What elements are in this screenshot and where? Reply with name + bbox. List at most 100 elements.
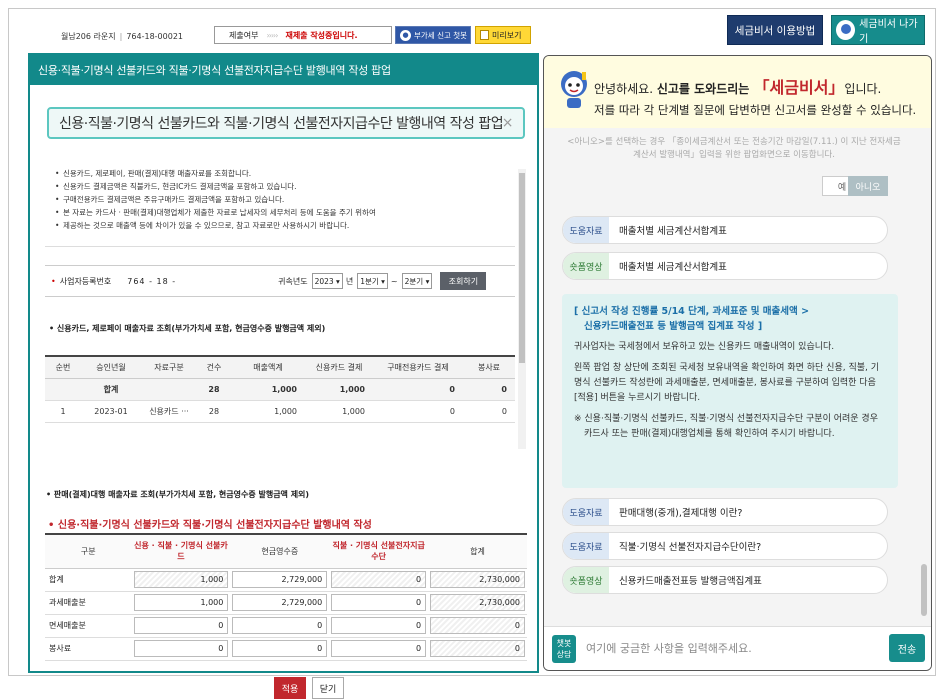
note-item: 제공하는 것으로 매출액 등에 차이가 있을 수 있으므로, 참고 자료로만 사… bbox=[55, 219, 515, 232]
tax-chatbot-label: 부가세 신고 첫봇 bbox=[414, 30, 468, 40]
close-button[interactable]: 닫기 bbox=[312, 677, 344, 699]
row-label: 합계 bbox=[45, 568, 132, 592]
top-right-buttons: 세금비서 이용방법 세금비서 나가기 bbox=[727, 15, 925, 45]
help-link-doc[interactable]: 도움자료 직불·기명식 선불전자지급수단이란? bbox=[562, 532, 888, 560]
table-cell: 합계 bbox=[81, 378, 141, 401]
scrollbar-thumb[interactable] bbox=[519, 173, 525, 363]
chatbot-consult-button[interactable]: 챗봇 상담 bbox=[552, 634, 576, 663]
table-cell bbox=[45, 378, 81, 401]
card-issuance-popup: 신용·직불·기명식 선불카드와 직불·기명식 선불전자지급수단 발행내역 작성 … bbox=[28, 53, 539, 699]
issuance-entry-table: 구분 신용 · 직불 · 기명식 선불카드 현금영수증 직불 · 기명식 선불전… bbox=[45, 533, 527, 661]
query-button[interactable]: 조회하기 bbox=[440, 272, 487, 290]
period-from-select[interactable]: 1분기 ▾ bbox=[357, 273, 388, 289]
greeting-line2: 저를 따라 각 단계별 질문에 답변하면 신고서를 완성할 수 있습니다. bbox=[594, 103, 917, 117]
bot-message: [ 신고서 작성 진행률 5/14 단계, 과세표준 및 매출세액 > 신용카드… bbox=[562, 294, 898, 488]
chip-tag: 도움자료 bbox=[563, 533, 609, 559]
howto-button[interactable]: 세금비서 이용방법 bbox=[727, 15, 823, 45]
footer-buttons: 적용 닫기 bbox=[274, 677, 344, 699]
table-cell: 1,000 bbox=[231, 400, 305, 423]
table-cell: 1 bbox=[45, 400, 81, 423]
epay-taxable-input[interactable]: 0 bbox=[331, 594, 427, 611]
epay-total-field: 0 bbox=[331, 571, 427, 588]
table-header: 봉사료 bbox=[463, 355, 515, 379]
chip-tag: 숏폼영상 bbox=[563, 567, 609, 593]
table-cell: 28 bbox=[197, 378, 231, 401]
table-cell: 신용카드 ··· bbox=[141, 400, 197, 423]
table-header: 자료구분 bbox=[141, 355, 197, 379]
table-header: 구분 bbox=[45, 533, 132, 569]
card-total-field: 1,000 bbox=[133, 571, 229, 588]
user-name: 월남206 라운지 bbox=[61, 32, 116, 41]
chip-text: 판매대행(중개),결제대행 이란? bbox=[619, 508, 743, 519]
table-cell: 0 bbox=[463, 400, 515, 423]
year-unit: 년 bbox=[345, 276, 354, 286]
status-value: 재제출 작성중입니다. bbox=[285, 30, 358, 40]
popup-scrollbar[interactable] bbox=[518, 169, 526, 449]
help-link-doc[interactable]: 도움자료 판매대행(중개),결제대행 이란? bbox=[562, 498, 888, 526]
send-button[interactable]: 전송 bbox=[889, 634, 925, 662]
help-link-video[interactable]: 숏폼영상 신용카드매출전표등 발행금액집계표 bbox=[562, 566, 888, 594]
help-link-doc[interactable]: 도움자료 매출처별 세금계산서합계표 bbox=[562, 216, 888, 244]
popup-header: 신용·직불·기명식 선불카드와 직불·기명식 선불전자지급수단 발행내역 작성 … bbox=[30, 55, 537, 85]
preview-button[interactable]: 미리보기 bbox=[475, 26, 531, 44]
chat-scrollbar[interactable] bbox=[921, 564, 927, 616]
grand-total-field: 2,730,000 bbox=[430, 571, 525, 588]
note-item: 구매전용카드 결제금액은 주유구매카드 결제금액을 포함하고 있습니다. bbox=[55, 193, 515, 206]
year-select[interactable]: 2023 ▾ bbox=[311, 273, 343, 289]
section-card-sales: 신용카드, 제로페이 매출자료 조회(부가가치세 포함, 현금영수증 발행금액 … bbox=[49, 323, 325, 334]
period-to-select[interactable]: 2분기 ▾ bbox=[401, 273, 433, 289]
chat-input-bar: 챗봇 상담 전송 bbox=[544, 626, 931, 670]
table-header: 직불 · 기명식 선불전자지급수단 bbox=[329, 533, 429, 569]
chip-text: 신용카드매출전표등 발행금액집계표 bbox=[619, 576, 762, 587]
table-cell: 1,000 bbox=[231, 378, 305, 401]
table-cell: 1,000 bbox=[305, 378, 373, 401]
message-heading: 신용카드매출전표 등 발행금액 집계표 작성 ] bbox=[584, 321, 763, 332]
table-header: 합계 bbox=[428, 533, 527, 569]
search-row: • 사업자등록번호 764 - 18 - 귀속년도 2023 ▾ 년 1분기 ▾… bbox=[45, 265, 515, 297]
cash-taxable-field: 2,729,000 bbox=[232, 594, 328, 611]
preview-label: 미리보기 bbox=[492, 30, 522, 40]
message-paragraph: 왼쪽 팝업 창 상단에 조회된 국세청 보유내역을 확인하여 화면 하단 신용,… bbox=[574, 363, 880, 403]
required-mark: • bbox=[51, 276, 56, 286]
user-biz-no: 764-18-00021 bbox=[126, 32, 183, 41]
exempt-total-field: 0 bbox=[430, 617, 525, 634]
card-service-input[interactable]: 0 bbox=[133, 640, 229, 657]
tax-chatbot-button[interactable]: ● 부가세 신고 첫봇 bbox=[395, 26, 471, 44]
exit-button[interactable]: 세금비서 나가기 bbox=[831, 15, 925, 45]
table-header: 현금영수증 bbox=[230, 533, 330, 569]
taxable-total-field: 2,730,000 bbox=[430, 594, 525, 611]
popup-title: 신용·직불·기명식 선불카드와 직불·기명식 선불전자지급수단 발행내역 작성 … bbox=[47, 107, 525, 139]
chip-tag: 도움자료 bbox=[563, 499, 609, 525]
top-bar: 월남206 라운지 | 764-18-00021 제출여부 ››››› 재제출 작성… bbox=[9, 9, 539, 49]
cash-service-field: 0 bbox=[232, 640, 328, 657]
table-row[interactable]: 1 2023-01 신용카드 ··· 28 1,000 1,000 0 0 bbox=[45, 400, 515, 423]
chat-input[interactable] bbox=[586, 634, 866, 663]
popup-title-text: 신용·직불·기명식 선불카드와 직불·기명식 선불전자지급수단 발행내역 작성 … bbox=[59, 116, 504, 132]
table-cell: 1,000 bbox=[305, 400, 373, 423]
arrow-icon: ››››› bbox=[266, 30, 278, 40]
chip-tag: 숏폼영상 bbox=[563, 253, 609, 279]
table-header: 건수 bbox=[197, 355, 231, 379]
card-taxable-input[interactable]: 1,000 bbox=[133, 594, 229, 611]
greet-pre: 안녕하세요. bbox=[594, 82, 657, 96]
table-cell bbox=[141, 378, 197, 401]
no-button[interactable]: 아니오 bbox=[848, 176, 888, 196]
epay-exempt-input[interactable]: 0 bbox=[331, 617, 427, 634]
close-icon[interactable]: × bbox=[502, 115, 514, 131]
chip-text: 직불·기명식 선불전자지급수단이란? bbox=[619, 542, 762, 553]
table-header: 신용 · 직불 · 기명식 선불카드 bbox=[131, 533, 231, 569]
greet-post: 입니다. bbox=[844, 82, 882, 96]
card-sales-table: 순번 승인년월 자료구분 건수 매출액계 신용카드 결제 구매전용카드 결제 봉… bbox=[45, 355, 515, 423]
card-exempt-input[interactable]: 0 bbox=[133, 617, 229, 634]
row-label: 과세매출분 bbox=[45, 591, 132, 615]
table-header: 신용카드 결제 bbox=[305, 355, 373, 379]
greeting-line1: 안녕하세요. 신고를 도와드리는 「세금비서」입니다. bbox=[594, 74, 881, 98]
status-label: 제출여부 bbox=[229, 30, 259, 40]
row-label: 면세매출분 bbox=[45, 614, 132, 638]
help-link-video[interactable]: 숏폼영상 매출처별 세금계산서합계표 bbox=[562, 252, 888, 280]
epay-service-input[interactable]: 0 bbox=[331, 640, 427, 657]
period-sep: ~ bbox=[390, 276, 398, 286]
biz-number: 764 - 18 - bbox=[127, 276, 177, 286]
apply-button[interactable]: 적용 bbox=[274, 677, 306, 699]
period-from-value: 1분기 bbox=[360, 277, 379, 286]
